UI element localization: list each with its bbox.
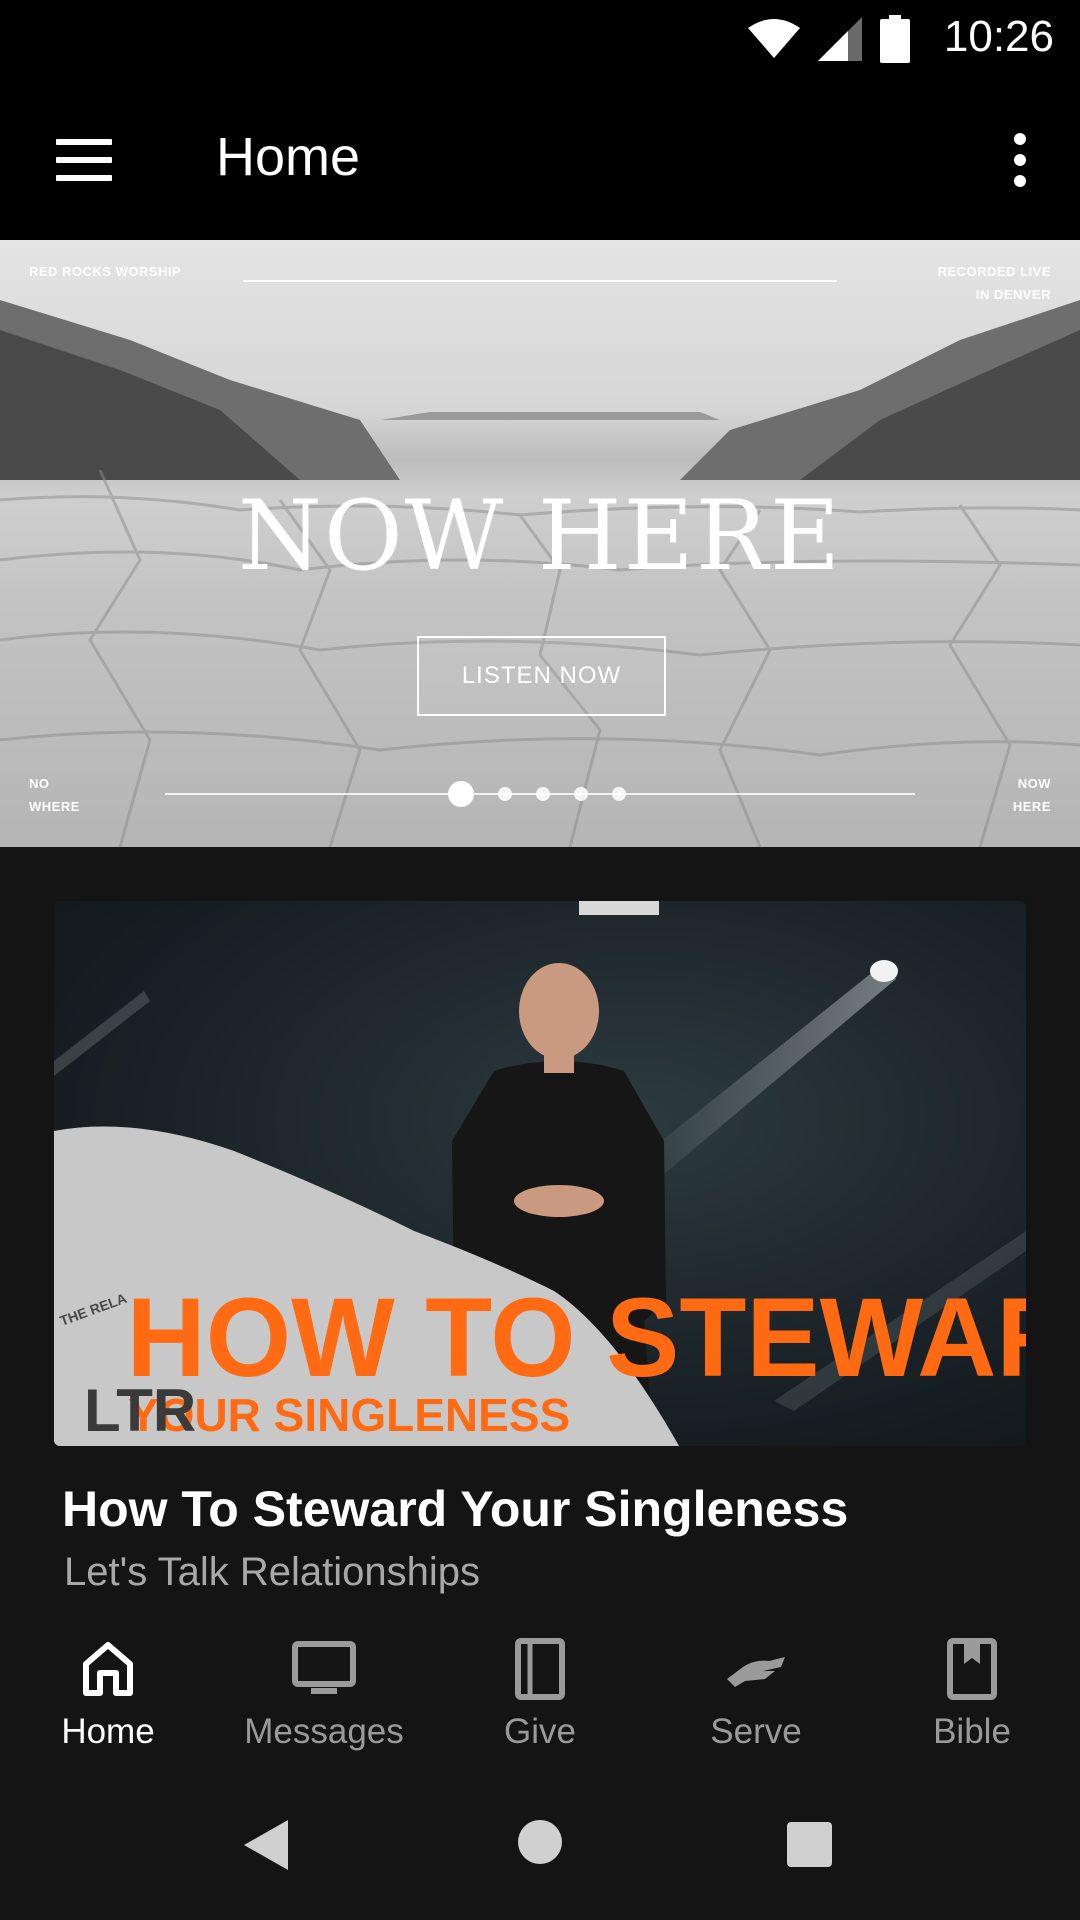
artwork-title-line1: HOW TO STEWARD — [127, 1276, 1026, 1400]
hero-divider-top — [243, 280, 837, 282]
hero-bottom-right-label: NOW HERE — [1012, 776, 1051, 814]
app-bar: Home — [0, 80, 1080, 240]
give-icon — [507, 1636, 573, 1702]
bottom-navigation: Home Messages Give Serve Bible — [0, 1610, 1080, 1775]
status-time: 10:26 — [943, 12, 1054, 61]
carousel-dot[interactable] — [574, 787, 588, 801]
listen-now-button[interactable]: LISTEN NOW — [417, 636, 666, 716]
nav-label-bible: Bible — [933, 1712, 1011, 1751]
artwork-badge-mark: LTR — [84, 1377, 196, 1444]
system-navigation-bar — [0, 1775, 1080, 1920]
hero-title: NOW HERE — [237, 480, 843, 592]
nav-label-messages: Messages — [244, 1712, 404, 1751]
nav-item-messages[interactable]: Messages — [216, 1610, 432, 1775]
nav-label-home: Home — [61, 1712, 155, 1751]
battery-icon — [880, 15, 910, 63]
status-bar: 10:26 — [0, 0, 1080, 80]
tv-icon — [291, 1636, 357, 1702]
carousel-dot-active[interactable] — [448, 781, 474, 807]
nav-item-home[interactable]: Home — [0, 1610, 216, 1775]
hero-top-left-label: RED ROCKS WORSHIP — [29, 264, 182, 279]
nav-label-serve: Serve — [710, 1712, 802, 1751]
message-title[interactable]: How To Steward Your Singleness — [62, 1480, 848, 1538]
bible-bookmark-icon — [939, 1636, 1005, 1702]
nav-label-give: Give — [504, 1712, 576, 1751]
carousel-dot[interactable] — [536, 787, 550, 801]
home-circle-icon[interactable] — [518, 1820, 562, 1864]
nav-item-serve[interactable]: Serve — [648, 1610, 864, 1775]
signal-icon — [818, 17, 862, 61]
mountains-image — [0, 300, 1080, 480]
serve-hand-icon — [723, 1636, 789, 1702]
status-icons — [748, 14, 910, 64]
menu-icon[interactable] — [40, 120, 120, 200]
home-icon — [75, 1636, 141, 1702]
message-series: Let's Talk Relationships — [64, 1550, 481, 1594]
hero-bottom-left-label: NO WHERE — [29, 776, 80, 814]
featured-message-artwork[interactable]: HOW TO STEWARD YOUR SINGLENESS THE RELA … — [54, 901, 1026, 1446]
hero-banner[interactable]: RED ROCKS WORSHIP RECORDED LIVE IN DENVE… — [0, 240, 1080, 847]
nav-item-give[interactable]: Give — [432, 1610, 648, 1775]
nav-item-bible[interactable]: Bible — [864, 1610, 1080, 1775]
carousel-dot[interactable] — [498, 787, 512, 801]
carousel-dot[interactable] — [612, 787, 626, 801]
more-vert-icon[interactable] — [980, 120, 1060, 200]
recents-square-icon[interactable] — [787, 1822, 832, 1867]
back-icon[interactable] — [244, 1820, 288, 1870]
wifi-icon — [748, 19, 800, 58]
carousel-indicator — [448, 780, 626, 808]
hero-top-right-label: RECORDED LIVE IN DENVER — [937, 264, 1051, 302]
page-title: Home — [216, 127, 361, 187]
sermon-artwork-image: HOW TO STEWARD YOUR SINGLENESS THE RELA … — [54, 901, 1026, 1446]
